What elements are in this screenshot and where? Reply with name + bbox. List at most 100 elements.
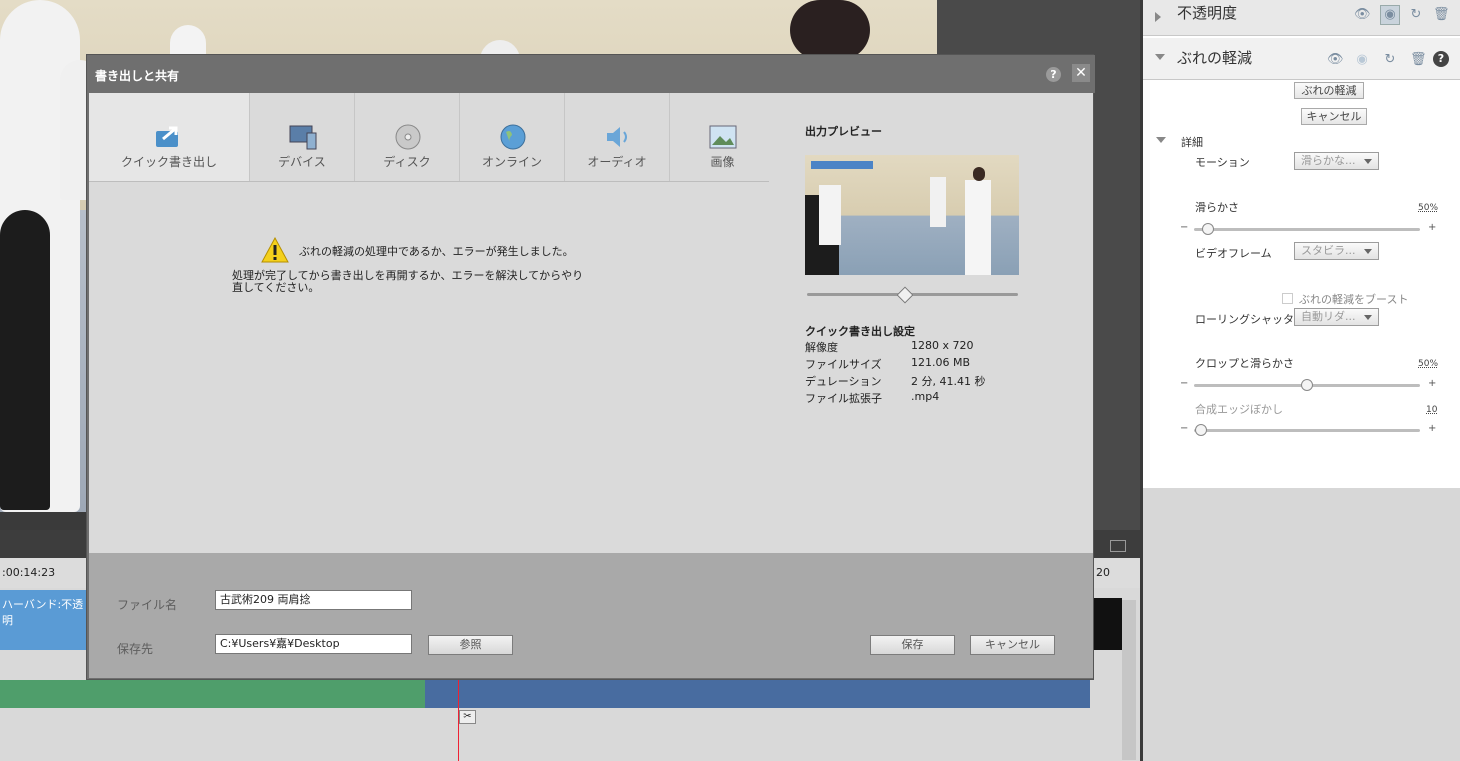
warning-detail: 処理が完了してから書き出しを再開するか、エラーを解決してからやり直してください。	[232, 269, 584, 294]
help-icon[interactable]: ?	[1046, 67, 1061, 82]
cancel-button[interactable]: キャンセル	[970, 635, 1055, 655]
edge-feather-value[interactable]: 10	[1426, 405, 1437, 415]
crop-percent[interactable]: 50%	[1418, 359, 1438, 369]
tab-image[interactable]: 画像	[670, 93, 775, 181]
collapse-arrow-icon[interactable]	[1155, 54, 1165, 60]
filename-input[interactable]: 古武術209 両肩捻	[215, 590, 412, 610]
dialog-footer: ファイル名 古武術209 両肩捻 保存先 C:¥Users¥嘉¥Desktop …	[89, 553, 1093, 678]
globe-icon	[500, 124, 526, 150]
speaker-icon	[607, 127, 627, 147]
file-extension-label: ファイル拡張子	[805, 392, 882, 405]
reset-icon[interactable]: ↻	[1382, 52, 1398, 68]
output-preview-image	[805, 155, 1019, 275]
effects-panel-body: 不透明度 👁 ◉ ↻ 🗑 ぶれの軽減 👁 ◉ ↻ 🗑 ? ぶれの軽減 キャンセル…	[1143, 0, 1460, 488]
tab-label: クイック書き出し	[120, 155, 217, 169]
edge-feather-slider[interactable]	[1194, 424, 1420, 436]
rolling-shutter-value: 自動リダ...	[1301, 310, 1356, 323]
plus-icon[interactable]: +	[1428, 423, 1436, 434]
trash-icon[interactable]: 🗑	[1433, 7, 1450, 23]
stabilize-cancel-button[interactable]: キャンセル	[1301, 108, 1367, 125]
scissors-icon[interactable]: ✂	[459, 710, 476, 724]
boost-checkbox[interactable]	[1282, 293, 1293, 304]
stabilize-header[interactable]: ぶれの軽減 👁 ◉ ↻ 🗑 ?	[1143, 38, 1460, 80]
export-share-dialog: 書き出しと共有 ? ✕ クイック書き出し デバイス ディスク オンライン オーデ…	[86, 54, 1095, 680]
plus-icon[interactable]: +	[1428, 378, 1436, 389]
effects-panel: 不透明度 👁 ◉ ↻ 🗑 ぶれの軽減 👁 ◉ ↻ 🗑 ? ぶれの軽減 キャンセル…	[1143, 0, 1460, 761]
details-collapse-icon[interactable]	[1156, 137, 1166, 143]
opacity-title: 不透明度	[1177, 4, 1238, 22]
edge-feather-label: 合成エッジぼかし	[1195, 403, 1283, 416]
resolution-value: 1280 x 720	[911, 339, 974, 352]
video-frame-value: スタビラ...	[1301, 244, 1356, 257]
tab-label: デバイス	[278, 155, 326, 169]
tab-audio[interactable]: オーディオ	[565, 93, 670, 181]
crop-slider[interactable]	[1194, 379, 1420, 391]
minus-icon[interactable]: −	[1180, 378, 1188, 389]
plus-icon[interactable]: +	[1428, 222, 1436, 233]
opacity-header[interactable]: 不透明度 👁 ◉ ↻ 🗑	[1143, 0, 1460, 36]
stabilize-title: ぶれの軽減	[1177, 49, 1253, 67]
tab-disc[interactable]: ディスク	[355, 93, 460, 181]
dialog-titlebar[interactable]: 書き出しと共有 ? ✕	[87, 55, 1095, 93]
save-to-input[interactable]: C:¥Users¥嘉¥Desktop	[215, 634, 412, 654]
filename-label: ファイル名	[117, 598, 178, 612]
rolling-shutter-dropdown[interactable]: 自動リダ...	[1294, 308, 1379, 326]
toggle-icon[interactable]	[1110, 540, 1126, 552]
motion-dropdown[interactable]: 滑らかな...	[1294, 152, 1379, 170]
minus-icon[interactable]: −	[1180, 423, 1188, 434]
save-to-label: 保存先	[117, 642, 154, 656]
warning-message: ぶれの軽減の処理中であるか、エラーが発生しました。	[299, 245, 574, 258]
smoothness-label: 滑らかさ	[1195, 201, 1239, 214]
browse-button[interactable]: 参照	[428, 635, 513, 655]
file-size-value: 121.06 MB	[911, 356, 971, 369]
chevron-down-icon	[1364, 249, 1372, 254]
duration-label: デュレーション	[805, 375, 882, 388]
tab-label: オーディオ	[587, 155, 647, 169]
audio-clip-waveform[interactable]	[425, 680, 1090, 708]
close-icon[interactable]: ✕	[1072, 64, 1090, 82]
expand-arrow-icon[interactable]	[1155, 12, 1161, 22]
tab-label: ディスク	[383, 155, 431, 169]
file-extension-value: .mp4	[911, 390, 940, 403]
file-size-label: ファイルサイズ	[805, 358, 882, 371]
keyframe-icon[interactable]: ◉	[1380, 5, 1400, 25]
tab-divider	[89, 181, 769, 182]
slider-knob[interactable]	[1301, 379, 1313, 391]
motion-label: モーション	[1195, 156, 1250, 169]
smoothness-slider[interactable]	[1194, 223, 1420, 235]
tab-online[interactable]: オンライン	[460, 93, 565, 181]
tab-label: 画像	[710, 155, 735, 169]
tab-device[interactable]: デバイス	[250, 93, 355, 181]
trash-icon[interactable]: 🗑	[1410, 52, 1427, 68]
quick-export-settings-title: クイック書き出し設定	[805, 325, 915, 338]
chevron-down-icon	[1364, 315, 1372, 320]
clip-thumbnail[interactable]	[1094, 598, 1122, 650]
help-icon[interactable]: ?	[1433, 51, 1449, 67]
details-label: 詳細	[1181, 136, 1203, 149]
stabilize-button[interactable]: ぶれの軽減	[1294, 82, 1364, 99]
tab-quick-export[interactable]: クイック書き出し	[89, 93, 250, 181]
keyframe-icon[interactable]: ◉	[1354, 52, 1370, 68]
slider-knob[interactable]	[1202, 223, 1214, 235]
save-button[interactable]: 保存	[870, 635, 955, 655]
eye-icon[interactable]: 👁	[1354, 7, 1371, 23]
smoothness-percent[interactable]: 50%	[1418, 203, 1438, 213]
audio-clip[interactable]	[0, 680, 425, 708]
minus-icon[interactable]: −	[1180, 222, 1188, 233]
vertical-scrollbar[interactable]	[1122, 600, 1136, 760]
ruler-tick-label: 20	[1096, 566, 1110, 579]
slider-knob[interactable]	[1195, 424, 1207, 436]
scrubber-knob[interactable]	[896, 286, 914, 304]
duration-value: 2 分, 41.41 秒	[911, 375, 986, 388]
video-clip[interactable]: ハーバンド:不透明	[0, 590, 86, 650]
crop-smoothness-label: クロップと滑らかさ	[1195, 357, 1294, 370]
video-frame-label: ビデオフレーム	[1195, 247, 1272, 260]
clip-label: ハーバンド:不透明	[2, 598, 84, 627]
device-icon	[289, 125, 317, 150]
motion-value: 滑らかな...	[1301, 154, 1356, 167]
eye-icon[interactable]: 👁	[1327, 52, 1344, 68]
video-frame-dropdown[interactable]: スタビラ...	[1294, 242, 1379, 260]
reset-icon[interactable]: ↻	[1408, 7, 1424, 23]
quick-export-icon	[156, 126, 178, 147]
warning-icon	[261, 237, 289, 263]
